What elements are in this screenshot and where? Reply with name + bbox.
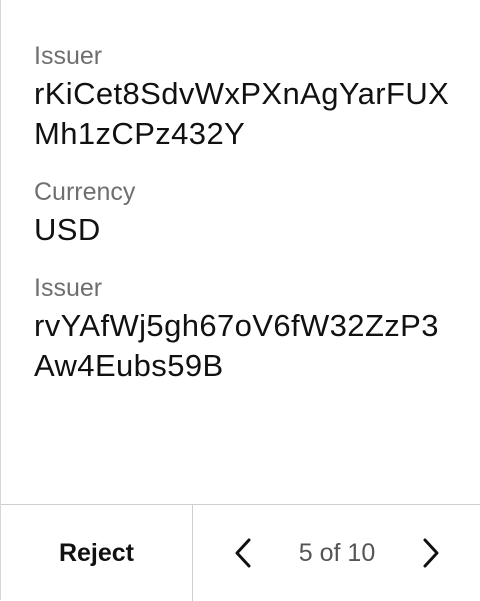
reject-button[interactable]: Reject (1, 505, 193, 601)
currency-field: Currency USD (34, 176, 456, 250)
chevron-left-icon[interactable] (231, 533, 255, 573)
transaction-detail-screen: Issuer rKiCet8SdvWxPXnAgYarFUXMh1zCPz432… (0, 0, 480, 601)
currency-value: USD (34, 212, 101, 247)
page-indicator: 5 of 10 (298, 538, 376, 567)
issuer-field: Issuer rKiCet8SdvWxPXnAgYarFUXMh1zCPz432… (34, 40, 456, 154)
issuer-label: Issuer (34, 42, 103, 70)
action-footer: Reject 5 of 10 (1, 504, 480, 601)
currency-label: Currency (34, 178, 136, 206)
pagination: 5 of 10 (193, 505, 480, 601)
chevron-right-icon[interactable] (419, 533, 443, 573)
detail-fields: Issuer rKiCet8SdvWxPXnAgYarFUXMh1zCPz432… (34, 40, 456, 386)
second-issuer-value: rvYAfWj5gh67oV6fW32ZzP3Aw4Eubs59B (34, 308, 439, 383)
second-issuer-label: Issuer (34, 274, 103, 302)
second-issuer-field: Issuer rvYAfWj5gh67oV6fW32ZzP3Aw4Eubs59B (34, 272, 456, 386)
issuer-value: rKiCet8SdvWxPXnAgYarFUXMh1zCPz432Y (34, 76, 450, 151)
